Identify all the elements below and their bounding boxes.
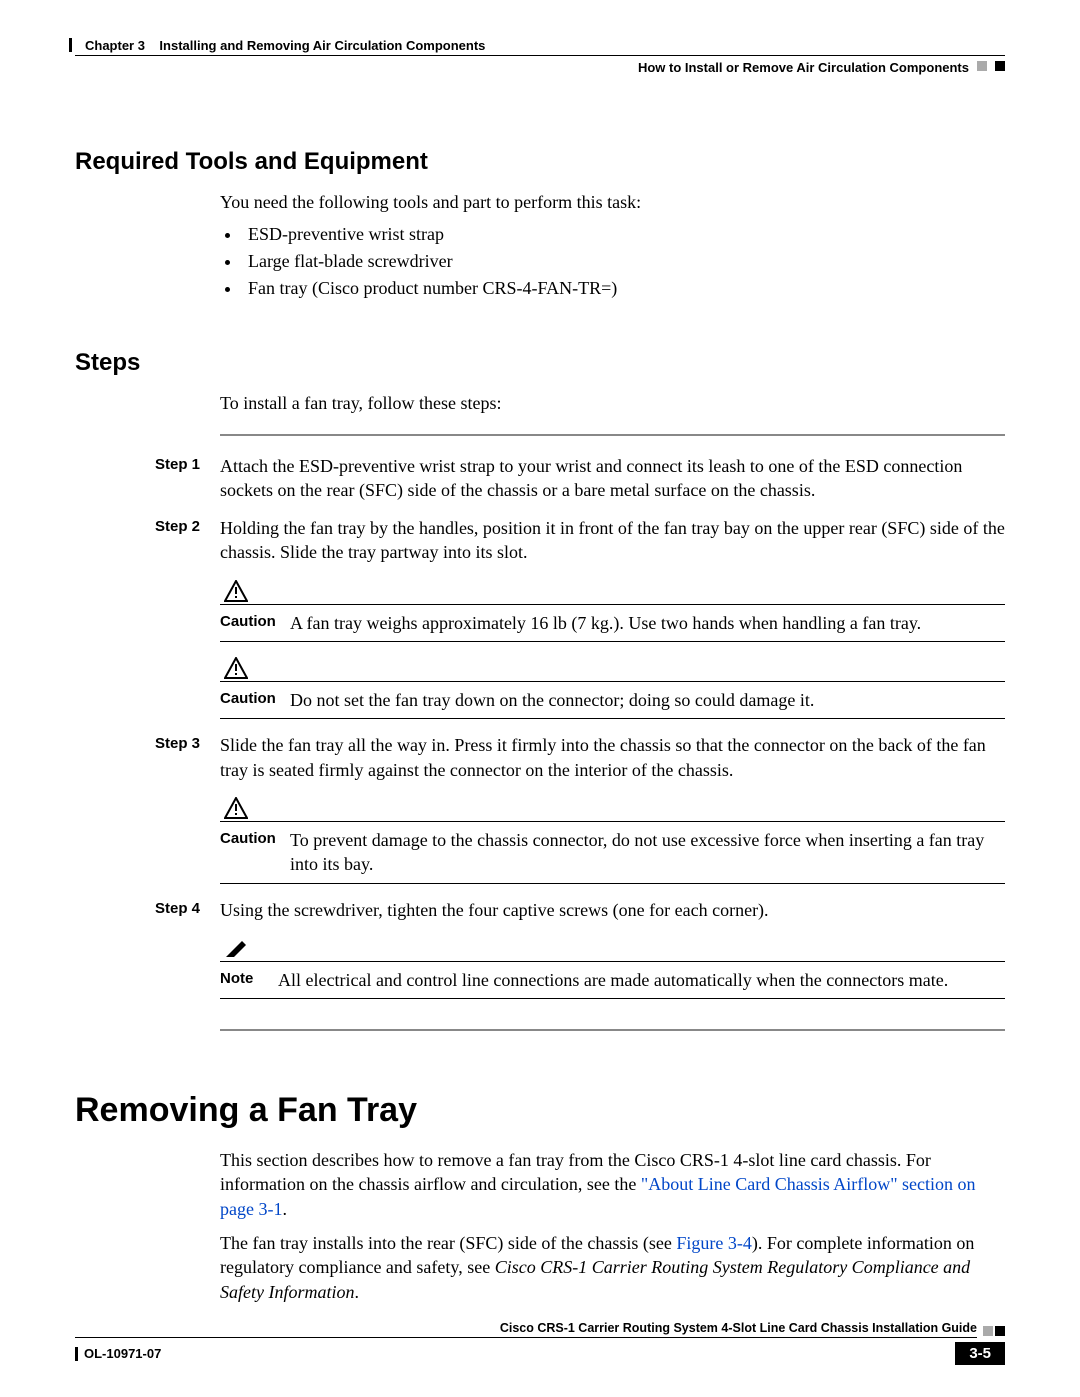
figure-link[interactable]: Figure 3-4 xyxy=(676,1233,752,1253)
caution-text: To prevent damage to the chassis connect… xyxy=(290,828,1005,877)
header-bar-icon xyxy=(69,38,72,52)
tools-list: ESD-preventive wrist strap Large flat-bl… xyxy=(242,224,1005,299)
step-label: Step 2 xyxy=(155,516,220,565)
caution-label: Caution xyxy=(220,688,290,712)
step-row: Step 1 Attach the ESD-preventive wrist s… xyxy=(155,454,1005,503)
header-section-title: How to Install or Remove Air Circulation… xyxy=(638,56,969,75)
page-footer: Cisco CRS-1 Carrier Routing System 4-Slo… xyxy=(75,1321,1005,1365)
header-rule: Chapter 3 Installing and Removing Air Ci… xyxy=(75,38,1005,56)
chapter-title: Installing and Removing Air Circulation … xyxy=(159,38,485,53)
header-section-row: How to Install or Remove Air Circulation… xyxy=(75,56,1005,75)
tools-heading: Required Tools and Equipment xyxy=(75,148,1005,176)
step-label: Step 3 xyxy=(155,733,220,782)
note-block: Note All electrical and control line con… xyxy=(220,936,1005,999)
text: . xyxy=(282,1199,287,1219)
square-icon xyxy=(995,1326,1005,1336)
caution-label: Caution xyxy=(220,828,290,877)
step-body: Holding the fan tray by the handles, pos… xyxy=(220,516,1005,565)
step-row: Step 3 Slide the fan tray all the way in… xyxy=(155,733,1005,782)
caution-block: Caution Do not set the fan tray down on … xyxy=(220,656,1005,719)
square-icon xyxy=(983,1326,993,1336)
note-label: Note xyxy=(220,968,278,992)
step-row: Step 2 Holding the fan tray by the handl… xyxy=(155,516,1005,565)
caution-block: Caution A fan tray weighs approximately … xyxy=(220,579,1005,642)
step-label: Step 1 xyxy=(155,454,220,503)
caution-text: Do not set the fan tray down on the conn… xyxy=(290,688,1005,712)
list-item: ESD-preventive wrist strap xyxy=(242,224,1005,245)
caution-icon xyxy=(224,657,248,679)
step-body: Slide the fan tray all the way in. Press… xyxy=(220,733,1005,782)
square-icon xyxy=(977,61,987,71)
chapter-line: Chapter 3 Installing and Removing Air Ci… xyxy=(75,38,485,55)
removing-body: This section describes how to remove a f… xyxy=(220,1148,1005,1304)
step-label: Step 4 xyxy=(155,898,220,922)
page-header: Chapter 3 Installing and Removing Air Ci… xyxy=(75,38,1005,98)
square-icon xyxy=(995,61,1005,71)
divider xyxy=(220,434,1005,436)
removing-heading: Removing a Fan Tray xyxy=(75,1091,1005,1130)
footer-bar-icon xyxy=(75,1347,78,1361)
note-icon xyxy=(224,939,248,959)
text: . xyxy=(354,1282,359,1302)
list-item: Fan tray (Cisco product number CRS-4-FAN… xyxy=(242,278,1005,299)
tools-body: You need the following tools and part to… xyxy=(220,190,1005,299)
steps-area: Step 1 Attach the ESD-preventive wrist s… xyxy=(220,454,1005,1000)
divider xyxy=(220,1029,1005,1031)
removing-p1: This section describes how to remove a f… xyxy=(220,1148,1005,1221)
note-text: All electrical and control line connecti… xyxy=(278,968,1005,992)
caution-text: A fan tray weighs approximately 16 lb (7… xyxy=(290,611,1005,635)
text: The fan tray installs into the rear (SFC… xyxy=(220,1233,676,1253)
step-row: Step 4 Using the screwdriver, tighten th… xyxy=(155,898,1005,922)
steps-intro-wrap: To install a fan tray, follow these step… xyxy=(220,391,1005,415)
step-body: Using the screwdriver, tighten the four … xyxy=(220,898,1005,922)
caution-icon xyxy=(224,797,248,819)
chapter-label: Chapter 3 xyxy=(85,38,145,53)
list-item: Large flat-blade screwdriver xyxy=(242,251,1005,272)
caution-icon xyxy=(224,580,248,602)
removing-p2: The fan tray installs into the rear (SFC… xyxy=(220,1231,1005,1304)
page-number-badge: 3-5 xyxy=(955,1342,1005,1365)
footer-doc-number: OL-10971-07 xyxy=(84,1346,161,1361)
steps-intro: To install a fan tray, follow these step… xyxy=(220,391,1005,415)
steps-heading: Steps xyxy=(75,349,1005,377)
caution-block: Caution To prevent damage to the chassis… xyxy=(220,796,1005,884)
footer-guide-title: Cisco CRS-1 Carrier Routing System 4-Slo… xyxy=(75,1321,977,1338)
caution-label: Caution xyxy=(220,611,290,635)
step-body: Attach the ESD-preventive wrist strap to… xyxy=(220,454,1005,503)
tools-intro: You need the following tools and part to… xyxy=(220,190,1005,214)
